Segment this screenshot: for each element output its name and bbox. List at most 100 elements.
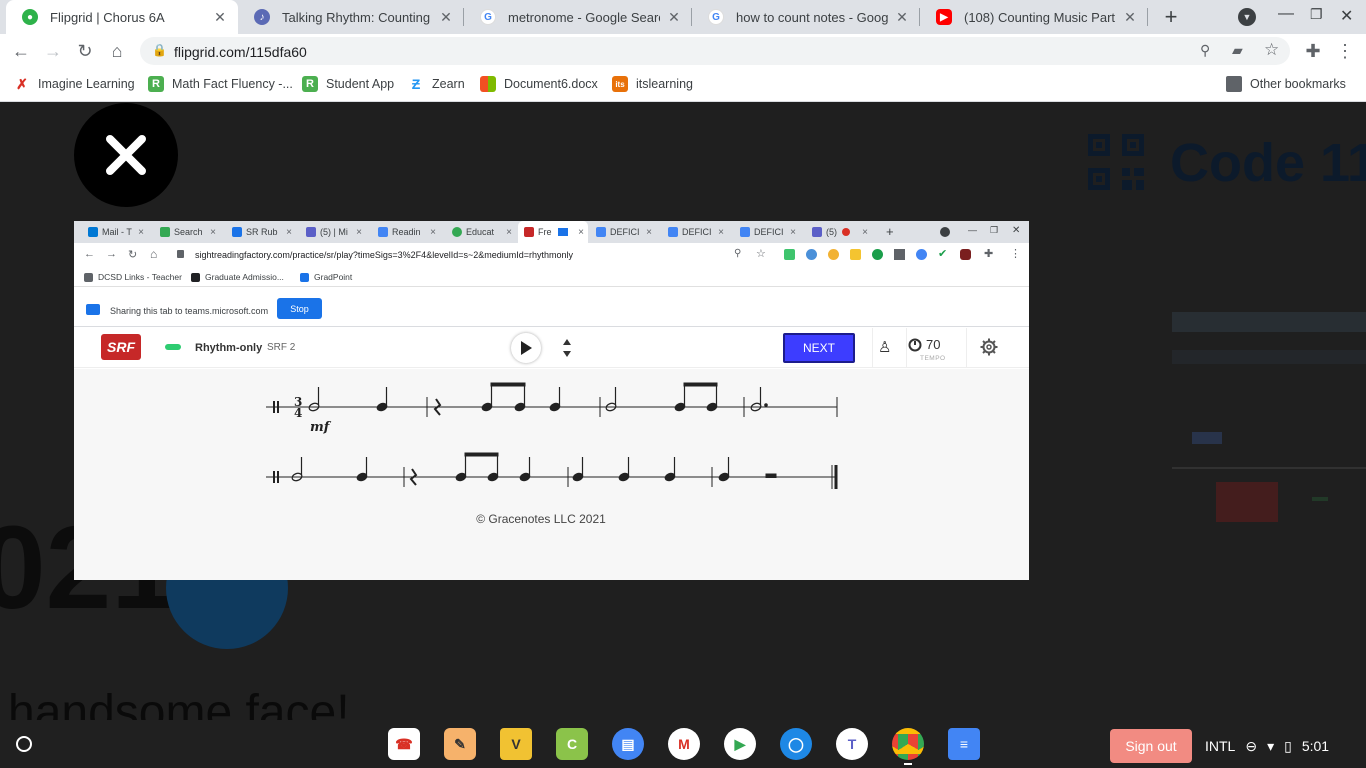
tab-count-notes-search[interactable]: G how to count notes - Google Se ✕ [692, 0, 920, 34]
inner-bookmark[interactable]: Graduate Admissio... [191, 272, 284, 282]
forward-icon[interactable]: → [40, 38, 66, 64]
extension-icon[interactable] [960, 249, 971, 260]
app-icon-2[interactable]: ✎ [444, 728, 476, 760]
tempo-value[interactable]: 70 [926, 337, 940, 352]
forward-icon[interactable]: → [106, 248, 117, 260]
close-icon[interactable]: × [578, 227, 584, 238]
app-icon-3[interactable]: V [500, 728, 532, 760]
close-overlay-button[interactable] [74, 103, 178, 207]
metronome-icon[interactable]: ♙ [878, 338, 891, 356]
extension-icon[interactable] [806, 249, 817, 260]
play-button[interactable] [511, 333, 541, 363]
extension-icon[interactable] [894, 249, 905, 260]
inner-tab[interactable]: (5) | Mi × [300, 221, 366, 243]
check-icon[interactable]: ✔ [938, 247, 947, 260]
extensions-icon[interactable]: ✚ [1300, 38, 1326, 64]
close-icon[interactable]: ✕ [212, 9, 228, 26]
inner-tab[interactable]: DEFICI × [734, 221, 800, 243]
camera-icon[interactable]: ▰ [1232, 42, 1243, 59]
menu-icon[interactable]: ⋮ [1010, 247, 1021, 260]
gmail-icon[interactable]: M [668, 728, 700, 760]
close-icon[interactable]: × [862, 227, 868, 238]
inner-tab[interactable]: Mail - T × [82, 221, 148, 243]
close-icon[interactable]: × [286, 227, 292, 238]
bookmark-document6[interactable]: Document6.docx [480, 76, 598, 92]
bookmark-student-app[interactable]: R Student App [302, 76, 394, 92]
minimize-icon[interactable]: — [1278, 5, 1294, 23]
close-icon[interactable]: × [138, 227, 144, 238]
close-icon[interactable]: × [356, 227, 362, 238]
close-icon[interactable]: × [718, 227, 724, 238]
menu-icon[interactable]: ⋮ [1332, 38, 1358, 64]
close-icon[interactable]: × [430, 227, 436, 238]
minimize-icon[interactable]: — [968, 225, 977, 235]
inner-bookmark[interactable]: DCSD Links - Teacher [84, 272, 182, 282]
restore-icon[interactable]: ❐ [1310, 6, 1323, 23]
inner-tab[interactable]: Search × [154, 221, 220, 243]
bookmark-star-icon[interactable]: ☆ [756, 247, 766, 260]
bookmark-itslearning[interactable]: its itslearning [612, 76, 693, 92]
bookmark-zearn[interactable]: Ƶ Zearn [408, 76, 465, 92]
location-icon[interactable]: ⚲ [734, 248, 741, 259]
restore-icon[interactable]: ❐ [990, 225, 998, 236]
inner-tab-active[interactable]: Fre × [518, 221, 588, 243]
other-bookmarks[interactable]: Other bookmarks [1226, 76, 1346, 92]
app-icon-8[interactable]: ◯ [780, 728, 812, 760]
extension-icon[interactable] [872, 249, 883, 260]
close-icon[interactable]: ✕ [894, 9, 910, 26]
close-icon[interactable]: × [506, 227, 512, 238]
reload-icon[interactable]: ↻ [72, 38, 98, 64]
extension-icon[interactable] [828, 249, 839, 260]
inner-tab[interactable]: Readin × [372, 221, 440, 243]
tab-metronome-search[interactable]: G metronome - Google Search ✕ [464, 0, 692, 34]
back-icon[interactable]: ← [8, 38, 34, 64]
home-icon[interactable]: ⌂ [150, 247, 157, 261]
tab-talking-rhythm[interactable]: ♪ Talking Rhythm: Counting 101 ✕ [238, 0, 464, 34]
system-tray[interactable]: INTL ⊖ ▾ ▯ 5:01 [1205, 729, 1329, 763]
inner-tab[interactable]: SR Rub × [226, 221, 296, 243]
extension-icon[interactable] [850, 249, 861, 260]
address-bar[interactable]: 🔒 flipgrid.com/115dfa60 ⚲ ▰ ☆ [140, 37, 1290, 65]
tab-search-icon[interactable] [940, 227, 950, 237]
inner-bookmark[interactable]: GradPoint [300, 272, 352, 282]
bookmark-star-icon[interactable]: ☆ [1264, 40, 1279, 60]
new-tab-button[interactable]: + [1158, 4, 1184, 30]
expand-sort-icon[interactable] [562, 338, 572, 358]
close-icon[interactable]: × [790, 227, 796, 238]
settings-gear-icon[interactable] [980, 338, 998, 356]
inner-tab[interactable]: DEFICI × [662, 221, 728, 243]
close-icon[interactable]: ✕ [1122, 9, 1138, 26]
app-icon-4[interactable]: C [556, 728, 588, 760]
inner-tab[interactable]: Educat × [446, 221, 516, 243]
chrome-icon[interactable] [892, 728, 924, 760]
teams-icon[interactable]: T [836, 728, 868, 760]
location-icon[interactable]: ⚲ [1200, 42, 1210, 59]
close-icon[interactable]: ✕ [666, 9, 682, 26]
inner-tab[interactable]: (5) × [806, 221, 872, 243]
close-icon[interactable]: × [646, 227, 652, 238]
app-icon-1[interactable]: ☎ [388, 728, 420, 760]
inner-tab[interactable]: DEFICI × [590, 221, 656, 243]
stop-sharing-button[interactable]: Stop [277, 298, 322, 319]
tab-youtube-counting[interactable]: ▶ (108) Counting Music Part 2 - ✕ [920, 0, 1148, 34]
play-store-icon[interactable]: ▶ [724, 728, 756, 760]
bookmark-imagine-learning[interactable]: ✗ Imagine Learning [14, 76, 134, 92]
close-icon[interactable]: ✕ [438, 9, 454, 26]
bookmark-math-fact-fluency[interactable]: R Math Fact Fluency -... [148, 76, 293, 92]
close-window-icon[interactable]: ✕ [1340, 6, 1353, 26]
next-button[interactable]: NEXT [783, 333, 855, 363]
extension-icon[interactable] [784, 249, 795, 260]
reload-icon[interactable]: ↻ [128, 248, 137, 261]
docs-icon[interactable]: ≡ [948, 728, 980, 760]
tab-search-icon[interactable]: ▼ [1238, 8, 1256, 26]
extension-icon[interactable] [916, 249, 927, 260]
back-icon[interactable]: ← [84, 248, 95, 260]
sign-out-button[interactable]: Sign out [1110, 729, 1192, 763]
files-icon[interactable]: ▤ [612, 728, 644, 760]
home-icon[interactable]: ⌂ [104, 38, 130, 64]
tab-flipgrid[interactable]: ● Flipgrid | Chorus 6A ✕ [6, 0, 238, 34]
launcher-button[interactable] [10, 730, 38, 758]
extensions-icon[interactable]: ✚ [984, 247, 993, 260]
close-window-icon[interactable]: ✕ [1012, 225, 1020, 236]
new-tab-button[interactable]: + [886, 224, 894, 239]
